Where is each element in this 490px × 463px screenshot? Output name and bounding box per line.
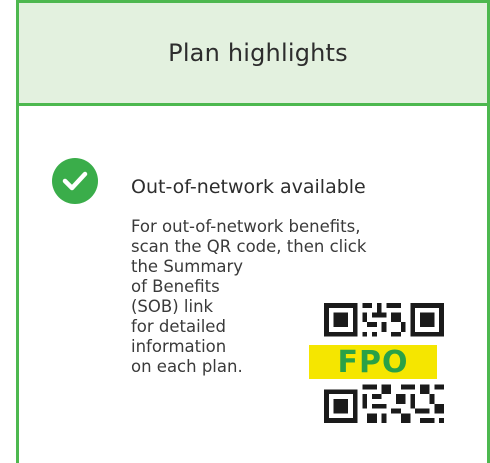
description-line: For out-of-network benefits, (131, 217, 361, 236)
card-title: Plan highlights (168, 39, 348, 67)
description-line: the Summary (131, 257, 244, 276)
feature-title: Out-of-network available (131, 176, 366, 198)
checkmark-circle-icon (52, 158, 98, 204)
card-header: Plan highlights (19, 3, 487, 106)
plan-highlights-card: Plan highlights Out-of-network available… (16, 0, 490, 463)
description-line: of Benefits (131, 277, 220, 296)
description-line: scan the QR code, then click (131, 237, 367, 256)
fpo-placeholder-label: FPO (309, 345, 437, 380)
